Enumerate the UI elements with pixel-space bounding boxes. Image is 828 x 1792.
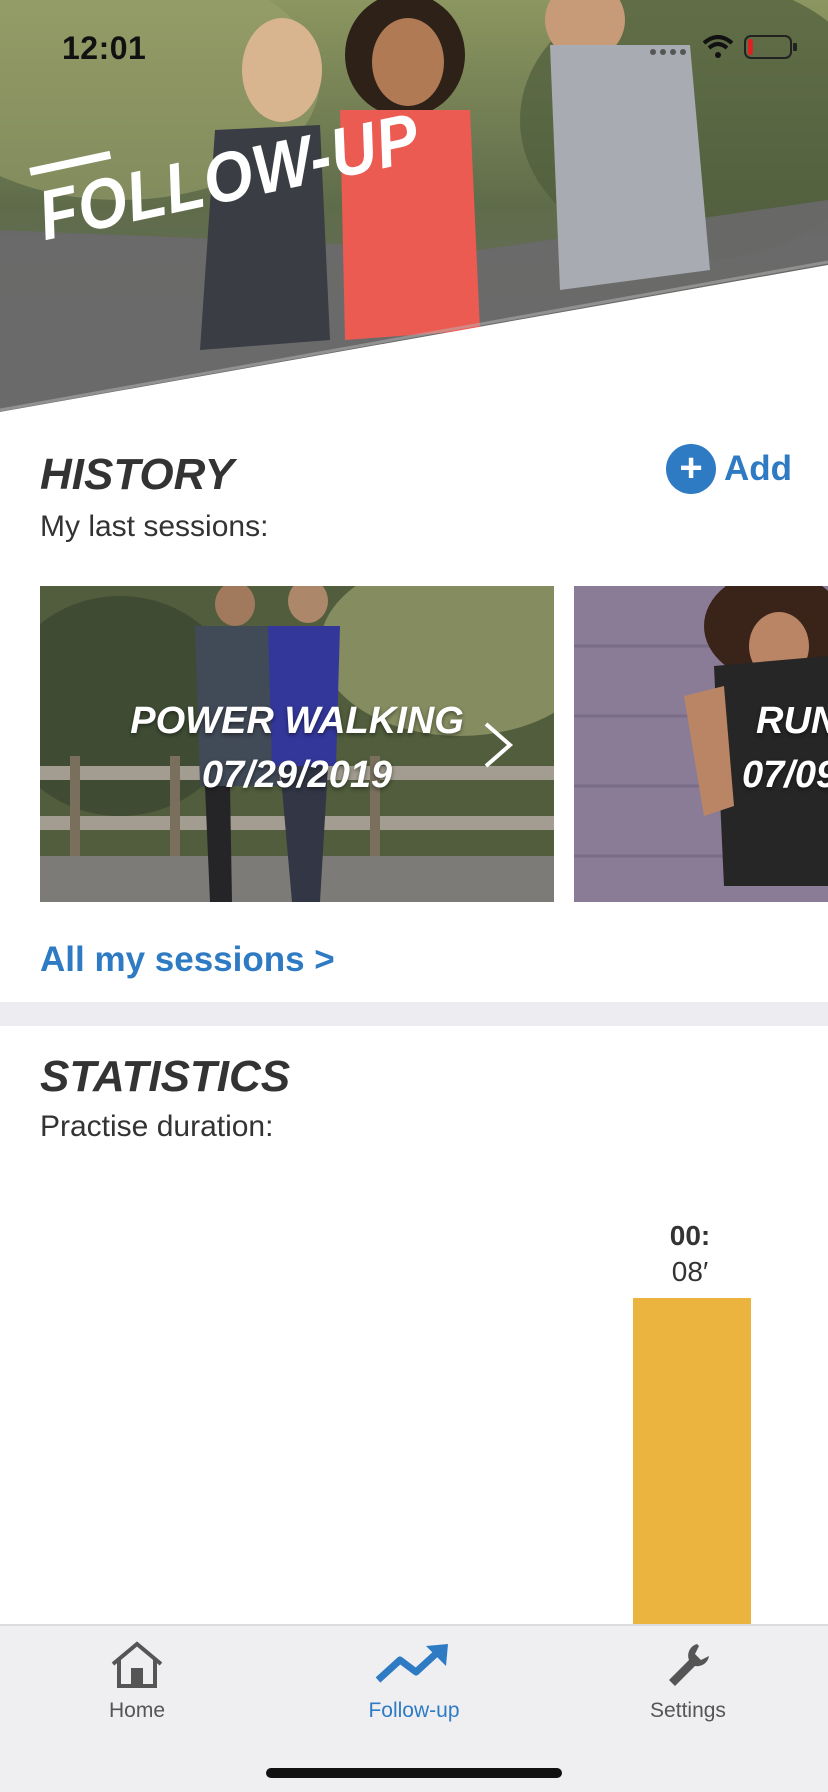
add-label: Add [724,449,793,488]
tab-settings[interactable]: Settings [598,1640,778,1723]
cellular-signal-icon [650,49,686,55]
home-indicator [266,1768,562,1778]
chevron-right-icon [484,722,514,768]
history-subtitle: My last sessions: [40,510,269,543]
session-card-date: 07/29/2019 [201,754,393,796]
home-icon [111,1641,163,1688]
all-sessions-link[interactable]: All my sessions > [40,940,335,980]
battery-icon [744,35,797,59]
bar-value-minutes: 08′ [671,1256,709,1287]
statistics-title: STATISTICS [40,1052,291,1101]
session-card-activity: POWER WALKING [130,700,464,742]
tab-settings-label: Settings [650,1699,726,1722]
session-card-activity: RUN [756,700,828,742]
hero-banner: 12:01 FOLLOW-UP [0,0,828,420]
tab-follow-up-label: Follow-up [368,1699,460,1722]
session-card-run[interactable]: RUN 07/09 [574,586,828,902]
plus-icon: + [666,444,716,494]
session-card-date: 07/09 [742,754,828,796]
session-card-power-walking[interactable]: POWER WALKING 07/29/2019 [40,586,554,902]
duration-bar [633,1298,751,1624]
wrench-icon [669,1644,709,1686]
tab-home[interactable]: Home [47,1640,227,1723]
section-divider [0,1002,828,1026]
tab-bar: Home Follow-up Settings [0,1624,828,1792]
tab-follow-up[interactable]: Follow-up [324,1640,504,1723]
status-bar: 12:01 [0,0,828,100]
status-icons [648,34,798,60]
bar-value-hours: 00: [669,1220,711,1251]
add-session-button[interactable]: + Add [666,444,792,494]
wifi-icon [702,35,734,58]
status-time: 12:01 [62,30,147,66]
tab-home-label: Home [108,1699,166,1722]
history-title: HISTORY [40,450,234,499]
statistics-subtitle: Practise duration: [40,1110,274,1143]
trend-up-icon [375,1644,448,1683]
